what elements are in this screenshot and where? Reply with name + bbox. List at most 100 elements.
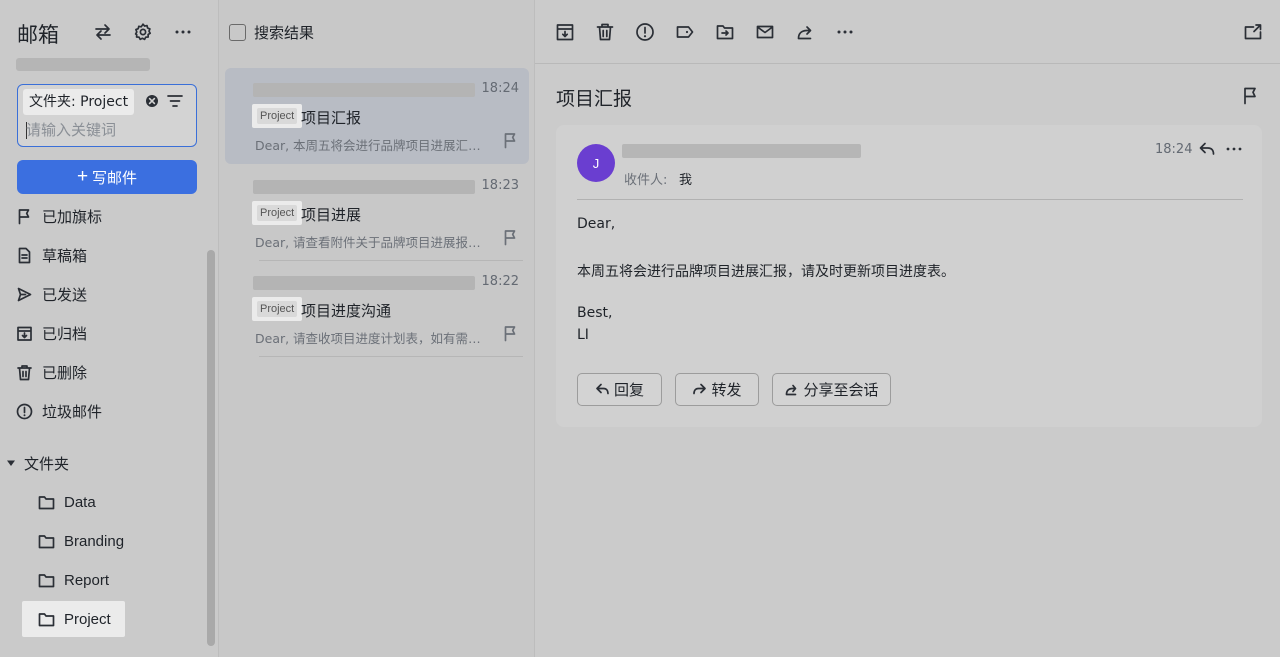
mark-unread-icon[interactable]: [754, 21, 776, 43]
flag-icon[interactable]: [502, 132, 519, 149]
nav-item-label: 垃圾邮件: [42, 402, 103, 421]
select-all-checkbox[interactable]: [229, 23, 246, 41]
search-box[interactable]: 文件夹: Project: [17, 84, 197, 147]
share-icon: [786, 384, 797, 396]
flag-icon[interactable]: [1241, 86, 1260, 105]
compose-button[interactable]: + 写邮件: [17, 160, 197, 194]
nav-item-drafts[interactable]: 草稿箱: [16, 240, 206, 270]
folder-tag: Project: [252, 201, 303, 225]
divider: [259, 356, 523, 357]
folder-icon: [38, 612, 55, 626]
filter-icon[interactable]: [166, 92, 184, 110]
body-signature: LI: [577, 327, 589, 343]
sent-icon: [17, 287, 32, 301]
more-icon[interactable]: [172, 21, 194, 43]
nav-item-deleted[interactable]: 已删除: [16, 357, 206, 387]
reading-pane: 项目汇报 J 18:24 收件人: 我 Dear, 本周五将会进行品牌项目进展汇…: [534, 0, 1280, 657]
mail-list-item[interactable]: 18:23 Project 项目进展 Dear, 请查看附件关于品牌项目进展报告…: [225, 165, 529, 261]
nav-item-flagged[interactable]: 已加旗标: [16, 201, 206, 231]
archive-icon: [17, 326, 32, 341]
nav-item-label: 已归档: [42, 324, 88, 343]
mail-time: 18:24: [481, 81, 519, 96]
move-to-folder-icon[interactable]: [714, 21, 736, 43]
nav-item-label: 已加旗标: [42, 207, 103, 226]
archive-icon[interactable]: [554, 21, 576, 43]
more-icon[interactable]: [1224, 140, 1244, 158]
mail-time: 18:22: [481, 274, 519, 289]
folder-tag: Project: [252, 297, 303, 321]
caret-down-icon: [7, 460, 15, 466]
reply-icon: [596, 383, 609, 395]
mail-message-card: J 18:24 收件人: 我 Dear, 本周五将会进行品牌项目进展汇报，请及时…: [556, 125, 1262, 427]
mailbox-title: 邮箱: [17, 23, 59, 47]
sidebar-header: 邮箱: [0, 0, 218, 64]
nav-item-label: 草稿箱: [42, 246, 88, 265]
search-results-label: 搜索结果: [254, 23, 315, 42]
flag-icon[interactable]: [502, 325, 519, 342]
forward-button-label: 转发: [711, 381, 742, 399]
folders-section-toggle[interactable]: 文件夹: [6, 452, 69, 474]
draft-icon: [18, 247, 31, 263]
body-closing: Best,: [577, 305, 613, 321]
nav-item-archived[interactable]: 已归档: [16, 318, 206, 348]
sender-redacted: [253, 83, 475, 97]
sender-redacted: [622, 144, 861, 158]
avatar[interactable]: J: [577, 144, 615, 182]
switch-account-icon[interactable]: [92, 21, 114, 43]
folder-item-label: Project: [64, 610, 111, 628]
mail-list-item[interactable]: 18:22 Project 项目进度沟通 Dear, 请查收项目进度计划表，如有…: [225, 261, 529, 357]
folder-item-branding[interactable]: Branding: [22, 523, 125, 559]
more-icon[interactable]: [834, 21, 856, 43]
recipient-label: 收件人:: [624, 173, 668, 188]
account-name-redacted: [16, 58, 150, 71]
nav-item-label: 已发送: [42, 285, 88, 304]
nav-item-sent[interactable]: 已发送: [16, 279, 206, 309]
spam-icon: [16, 403, 33, 419]
share-icon[interactable]: [794, 21, 816, 43]
mail-subject: 项目进度沟通: [301, 302, 392, 320]
trash-icon[interactable]: [594, 21, 616, 43]
open-in-new-window-icon[interactable]: [1242, 21, 1264, 43]
body-greeting: Dear,: [577, 216, 616, 232]
forward-icon: [693, 383, 707, 395]
compose-label: 写邮件: [92, 169, 138, 187]
mail-subject: 项目进展: [301, 206, 362, 224]
reply-icon[interactable]: [1198, 140, 1216, 158]
label-icon[interactable]: [674, 21, 696, 43]
forward-button[interactable]: 转发: [675, 373, 759, 406]
divider: [577, 199, 1243, 200]
folder-tag-label: Project: [257, 301, 298, 317]
mail-list-pane: 搜索结果 18:24 Project 项目汇报 Dear, 本周五将会进行品牌项…: [218, 0, 534, 657]
nav-item-label: 已删除: [42, 363, 88, 382]
trash-icon: [17, 364, 32, 380]
folder-item-data[interactable]: Data: [22, 484, 125, 520]
sidebar: 邮箱 文件夹: Project + 写邮件 已加旗标 草稿箱 已发送 已归档: [0, 0, 218, 657]
folder-tag-label: Project: [257, 108, 298, 124]
nav-item-spam[interactable]: 垃圾邮件: [16, 396, 206, 426]
body-content: 本周五将会进行品牌项目进展汇报，请及时更新项目进度表。: [577, 264, 955, 280]
mail-time: 18:23: [481, 178, 519, 193]
sidebar-scrollbar[interactable]: [207, 250, 215, 646]
reply-button[interactable]: 回复: [577, 373, 662, 406]
mail-preview: Dear, 请查看附件关于品牌项目进展报告的详细内容。: [255, 235, 483, 250]
mail-toolbar: [535, 0, 1280, 64]
folder-item-report[interactable]: Report: [22, 562, 125, 598]
sender-redacted: [253, 276, 475, 290]
flag-icon: [18, 208, 30, 224]
folder-item-label: Branding: [64, 532, 125, 550]
mail-subject-title: 项目汇报: [556, 88, 633, 110]
gear-icon[interactable]: [132, 21, 154, 43]
folder-item-label: Data: [64, 493, 96, 511]
mail-subject: 项目汇报: [301, 109, 362, 127]
mail-preview: Dear, 本周五将会进行品牌项目进展汇报，请及时更新项目进度表。: [255, 138, 483, 153]
clear-icon[interactable]: [145, 94, 159, 108]
folder-item-project[interactable]: Project: [22, 601, 125, 637]
mail-list-item[interactable]: 18:24 Project 项目汇报 Dear, 本周五将会进行品牌项目进展汇报…: [225, 68, 529, 164]
spam-icon[interactable]: [634, 21, 656, 43]
share-to-chat-button[interactable]: 分享至会话: [772, 373, 891, 406]
plus-icon: +: [76, 165, 89, 187]
search-input[interactable]: [26, 119, 186, 141]
folder-icon: [38, 495, 55, 509]
folder-tag: Project: [252, 104, 303, 128]
flag-icon[interactable]: [502, 229, 519, 246]
